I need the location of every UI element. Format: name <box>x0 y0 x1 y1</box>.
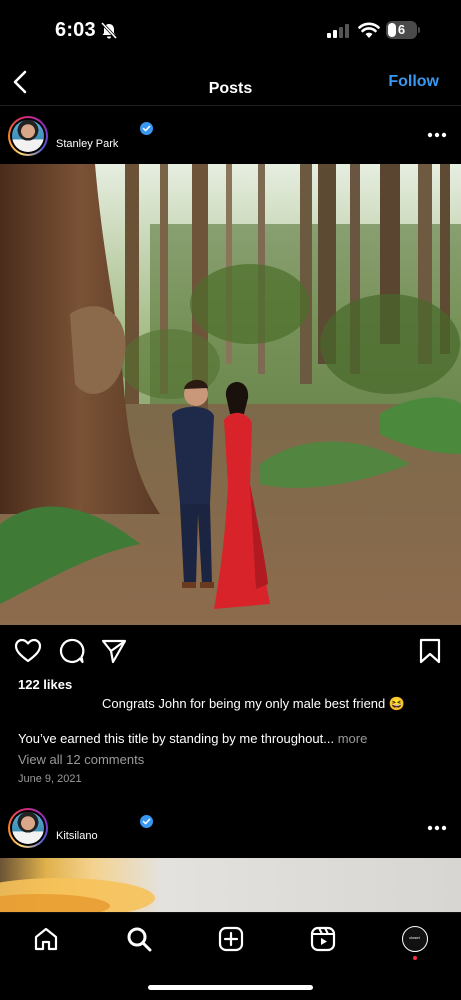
status-bar: 6:03 6 <box>0 0 461 58</box>
signal-icon <box>327 24 349 38</box>
share-icon[interactable] <box>100 637 128 665</box>
post-date: June 9, 2021 <box>18 773 82 785</box>
post-header: Kitsilano <box>0 800 461 856</box>
caption-continued: You’ve earned this title by standing by … <box>18 731 367 746</box>
post-header: Stanley Park <box>0 108 461 164</box>
caption-more-link[interactable]: more <box>338 731 368 746</box>
avatar-border <box>10 118 46 154</box>
location-label[interactable]: Kitsilano <box>56 830 98 842</box>
status-time: 6:03 <box>55 19 96 41</box>
profile-tab-label: closet <box>409 935 420 940</box>
avatar[interactable] <box>8 116 48 156</box>
avatar-border <box>10 810 46 846</box>
comment-icon[interactable] <box>57 637 85 665</box>
nav-header: Posts Follow <box>0 58 461 106</box>
battery-tip <box>418 27 420 33</box>
home-indicator[interactable] <box>148 985 313 990</box>
post-photo[interactable] <box>0 164 461 625</box>
search-icon[interactable] <box>126 926 152 952</box>
post-photo[interactable] <box>0 858 461 912</box>
follow-button[interactable]: Follow <box>388 73 439 91</box>
profile-tab-avatar[interactable]: closet <box>402 926 428 952</box>
heart-icon[interactable] <box>14 637 42 665</box>
avatar-image <box>12 120 44 152</box>
home-icon[interactable] <box>33 926 59 952</box>
like-count[interactable]: 122 likes <box>18 677 72 692</box>
forest-photo-image <box>0 164 461 625</box>
location-label[interactable]: Stanley Park <box>56 138 118 150</box>
bookmark-icon[interactable] <box>416 637 444 665</box>
reels-icon[interactable] <box>310 926 336 952</box>
more-options-icon[interactable] <box>427 132 447 138</box>
avatar-image <box>12 812 44 844</box>
notification-dot <box>413 956 417 960</box>
add-icon[interactable] <box>218 926 244 952</box>
verified-badge-icon <box>140 122 153 135</box>
caption-truncated: You’ve earned this title by standing by … <box>18 731 335 746</box>
post-photo-image <box>0 878 155 912</box>
battery-icon: 6 <box>386 21 420 39</box>
verified-badge-icon <box>140 815 153 828</box>
more-options-icon[interactable] <box>427 825 447 831</box>
wifi-icon <box>358 22 380 38</box>
post-action-row <box>0 633 461 669</box>
bell-off-icon <box>101 22 117 40</box>
view-comments-link[interactable]: View all 12 comments <box>18 752 144 767</box>
caption-text: Congrats John for being my only male bes… <box>102 696 406 711</box>
avatar[interactable] <box>8 808 48 848</box>
battery-level: 6 <box>397 22 406 37</box>
